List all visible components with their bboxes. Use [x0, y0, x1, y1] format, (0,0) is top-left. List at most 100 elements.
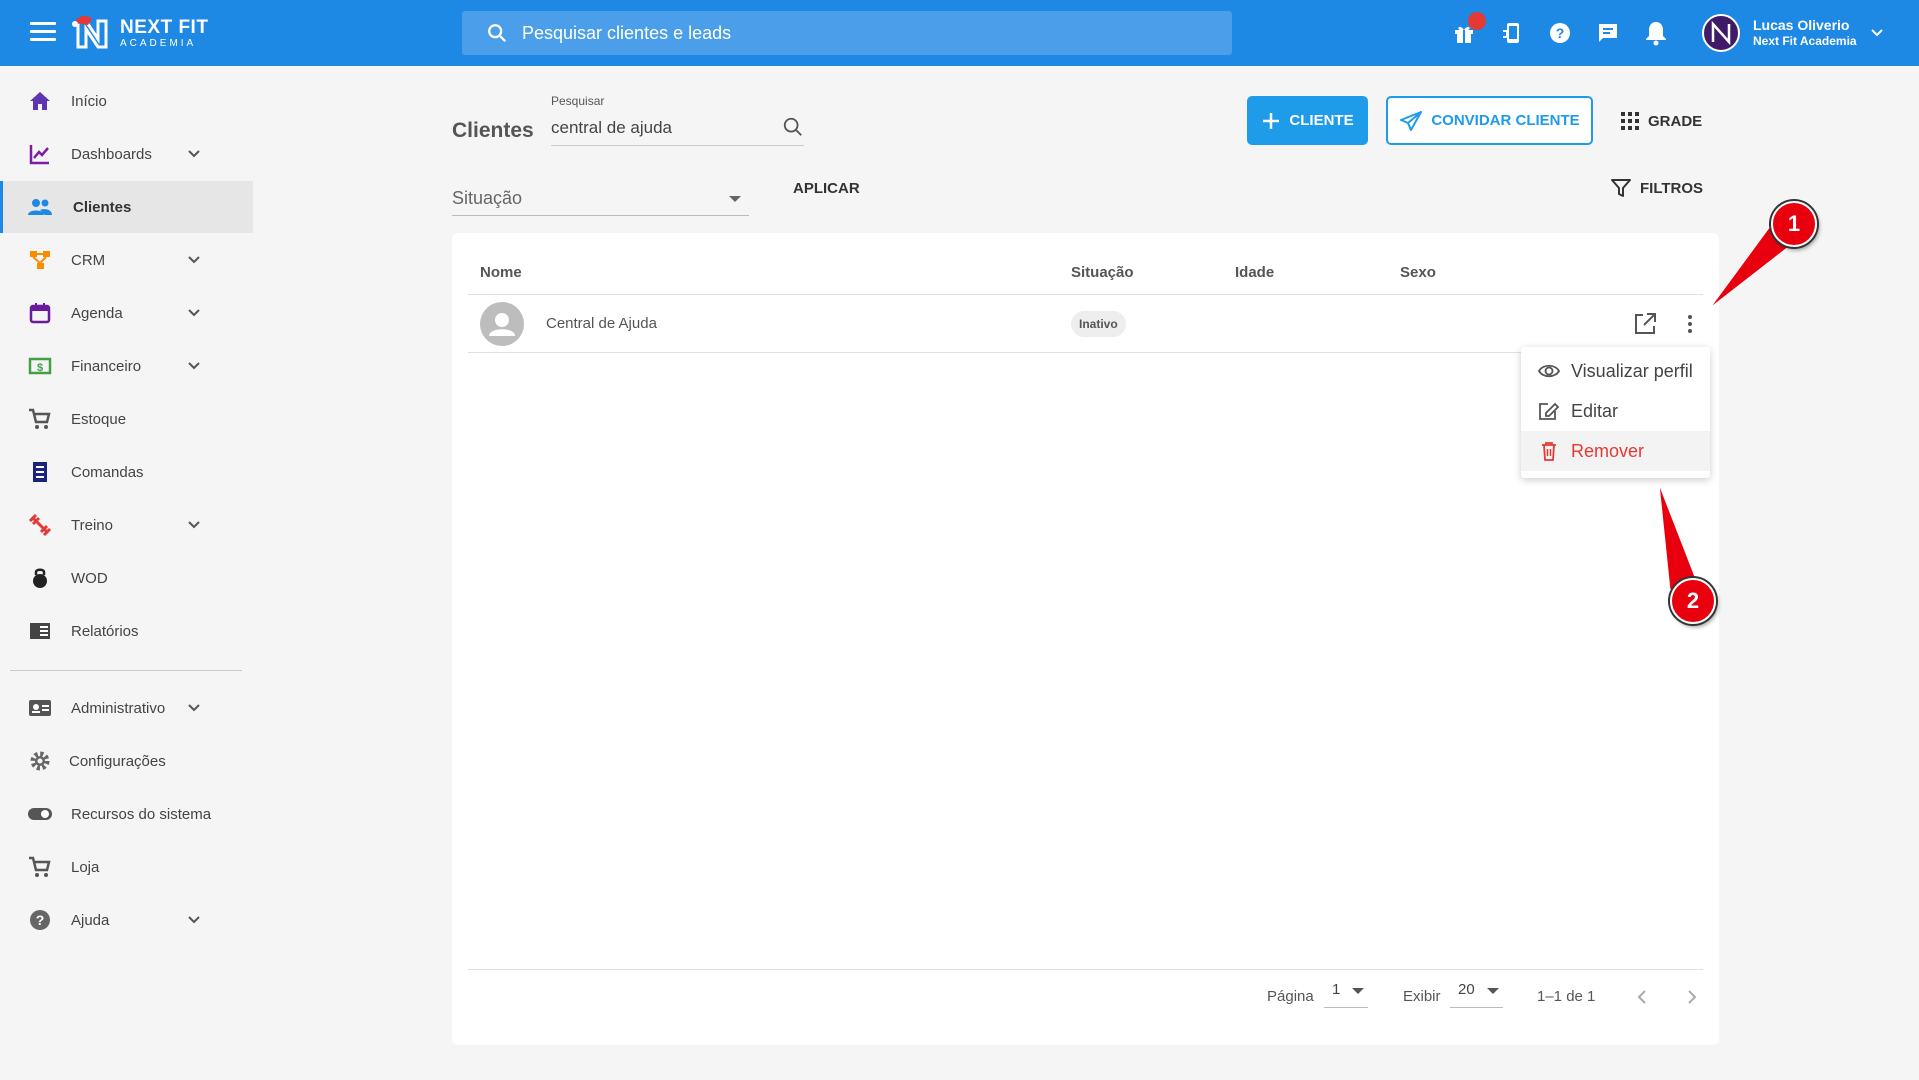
sidebar-item-estoque[interactable]: Estoque: [0, 393, 253, 445]
column-header-situacao[interactable]: Situação: [1071, 264, 1134, 281]
menu-item-label: Editar: [1571, 400, 1619, 421]
menu-item-view-profile[interactable]: Visualizar perfil: [1521, 351, 1710, 391]
sidebar-item-label: Estoque: [71, 410, 127, 428]
hamburger-menu-icon[interactable]: [30, 22, 56, 44]
report-icon: [27, 618, 53, 644]
avatar: [1702, 14, 1740, 52]
filters-label: FILTROS: [1640, 179, 1704, 197]
user-name: Lucas Oliverio: [1753, 16, 1850, 33]
sidebar-item-label: Relatórios: [71, 622, 139, 640]
edit-icon: [1539, 402, 1560, 420]
page-size-value: 20: [1458, 981, 1475, 998]
money-icon: $: [27, 353, 53, 379]
search-icon: [488, 24, 507, 43]
sidebar-item-label: Início: [71, 92, 107, 110]
column-header-nome[interactable]: Nome: [480, 264, 522, 281]
svg-text:?: ?: [36, 912, 45, 928]
sidebar-item-crm[interactable]: CRM: [0, 234, 253, 286]
sidebar-item-label: CRM: [71, 251, 106, 269]
caret-down-icon: [1487, 988, 1499, 994]
invite-client-label: CONVIDAR CLIENTE: [1431, 112, 1580, 129]
sidebar-item-label: WOD: [71, 569, 108, 587]
page-size-select[interactable]: 20: [1450, 978, 1503, 1008]
sidebar-item-label: Configurações: [69, 752, 166, 770]
page-title: Clientes: [452, 119, 534, 142]
page-label: Página: [1267, 988, 1314, 1005]
send-icon: [1400, 110, 1423, 131]
phone-sync-icon[interactable]: [1488, 18, 1536, 48]
svg-text:$: $: [37, 362, 43, 374]
sidebar-item-wod[interactable]: WOD: [0, 552, 253, 604]
crm-icon: [27, 247, 53, 273]
invite-client-button[interactable]: CONVIDAR CLIENTE: [1386, 96, 1593, 145]
sidebar-item-comandas[interactable]: Comandas: [0, 446, 253, 498]
sidebar-item-dashboards[interactable]: Dashboards: [0, 128, 253, 180]
help-icon[interactable]: ?: [1536, 18, 1584, 48]
menu-item-remove[interactable]: Remover: [1521, 431, 1710, 471]
search-value: central de ajuda: [551, 118, 672, 137]
grid-view-label: GRADE: [1648, 112, 1703, 130]
sidebar-item-label: Agenda: [71, 304, 123, 322]
sidebar-item-label: Loja: [71, 858, 100, 876]
chevron-down-icon: [188, 256, 200, 264]
filters-button[interactable]: FILTROS: [1610, 177, 1703, 199]
gift-icon[interactable]: [1440, 12, 1488, 48]
sidebar-item-financeiro[interactable]: $ Financeiro: [0, 340, 253, 392]
calendar-icon: [27, 300, 53, 326]
user-menu[interactable]: Lucas Oliverio Next Fit Academia: [1702, 14, 1885, 52]
page-range: 1–1 de 1: [1537, 988, 1596, 1005]
logo-mark-icon: [72, 13, 112, 53]
status-select[interactable]: Situação: [452, 184, 749, 216]
logo-title: NEXT FIT: [120, 16, 209, 38]
receipt-icon: [27, 459, 53, 485]
people-icon: [27, 194, 53, 220]
logo-subtitle: ACADEMIA: [120, 37, 197, 49]
sidebar-item-treino[interactable]: Treino: [0, 499, 253, 551]
app-logo[interactable]: NEXT FIT ACADEMIA: [72, 10, 208, 56]
column-header-idade[interactable]: Idade: [1235, 264, 1274, 281]
chevron-down-icon: [188, 362, 200, 370]
chevron-down-icon: [188, 521, 200, 529]
menu-item-label: Remover: [1571, 440, 1645, 461]
grid-icon: [1621, 112, 1639, 130]
search-icon[interactable]: [782, 116, 804, 138]
chevron-left-icon[interactable]: [1634, 988, 1650, 1006]
sidebar-item-inicio[interactable]: Início: [0, 75, 253, 127]
page-select-value: 1: [1332, 981, 1341, 998]
sidebar-item-label: Comandas: [71, 463, 144, 481]
apply-button[interactable]: APLICAR: [793, 180, 860, 197]
column-header-sexo[interactable]: Sexo: [1400, 264, 1436, 281]
menu-item-edit[interactable]: Editar: [1521, 391, 1710, 431]
chevron-down-icon: [188, 704, 200, 712]
more-vert-icon[interactable]: [1684, 313, 1696, 335]
chat-icon[interactable]: [1584, 18, 1632, 48]
sidebar-item-label: Recursos do sistema: [71, 805, 212, 823]
bell-icon[interactable]: [1632, 18, 1680, 48]
add-client-label: CLIENTE: [1289, 112, 1354, 129]
sidebar-item-relatorios[interactable]: Relatórios: [0, 605, 253, 657]
chevron-right-icon[interactable]: [1684, 988, 1700, 1006]
sidebar-item-clientes[interactable]: Clientes: [0, 181, 253, 233]
grid-view-button[interactable]: GRADE: [1620, 106, 1702, 136]
sidebar-divider: [10, 670, 242, 671]
annotation-marker-1: 1: [1771, 201, 1817, 247]
sidebar-item-agenda[interactable]: Agenda: [0, 287, 253, 339]
sidebar-item-ajuda[interactable]: ? Ajuda: [0, 894, 253, 946]
sidebar-item-label: Treino: [71, 516, 113, 534]
client-name[interactable]: Central de Ajuda: [546, 315, 657, 332]
avatar: [480, 302, 524, 346]
sidebar-item-label: Financeiro: [71, 357, 142, 375]
annotation-marker-2: 2: [1670, 578, 1716, 624]
add-client-button[interactable]: CLIENTE: [1247, 96, 1368, 145]
eye-icon: [1538, 364, 1560, 378]
sidebar-item-configuracoes[interactable]: Configurações: [0, 735, 253, 787]
global-search-input[interactable]: Pesquisar clientes e leads: [462, 11, 1232, 55]
sidebar-item-administrativo[interactable]: Administrativo: [0, 682, 253, 734]
page-select[interactable]: 1: [1324, 978, 1368, 1008]
client-search-input[interactable]: central de ajuda: [551, 114, 804, 146]
home-icon: [27, 88, 53, 114]
sidebar-item-recursos[interactable]: Recursos do sistema: [0, 788, 253, 840]
open-external-icon[interactable]: [1632, 311, 1658, 337]
chevron-down-icon: [188, 916, 200, 924]
sidebar-item-loja[interactable]: Loja: [0, 841, 253, 893]
